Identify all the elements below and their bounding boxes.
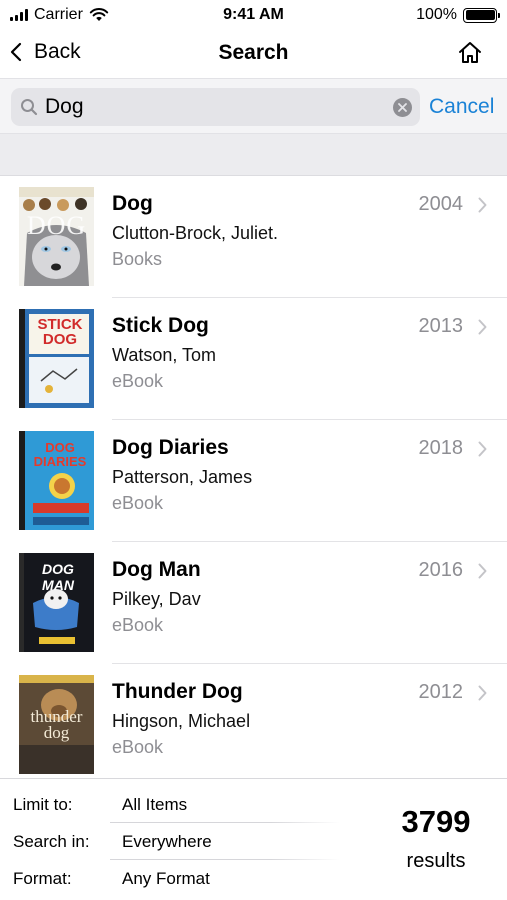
result-author: Hingson, Michael (112, 711, 251, 731)
chevron-right-icon (478, 685, 487, 701)
result-author: Pilkey, Dav (112, 589, 201, 609)
result-row[interactable]: DOG Dog Clutton-Brock, Juliet. Books 200… (0, 176, 507, 298)
result-author: Clutton-Brock, Juliet. (112, 223, 279, 243)
result-format: eBook (112, 371, 164, 391)
book-cover: DOG MAN (19, 553, 94, 652)
result-title: Dog (112, 192, 153, 215)
cover-title: DOG DIARIES (33, 440, 87, 469)
filter-search-in[interactable]: Search in: Everywhere (0, 823, 340, 860)
filter-limit-to[interactable]: Limit to: All Items (0, 786, 340, 823)
search-icon (21, 99, 38, 116)
book-cover: thunder dog (19, 675, 94, 774)
clear-search-button[interactable] (393, 98, 412, 117)
search-bar: Cancel (0, 78, 507, 134)
result-row[interactable]: STICK DOG Stick Dog Watson, Tom eBook 20… (0, 298, 507, 420)
cover-title: STICK DOG (37, 316, 83, 348)
nav-bar: Back Search (0, 32, 507, 76)
cover-title: DOG MAN (42, 561, 74, 593)
result-author: Watson, Tom (112, 345, 217, 365)
result-author: Patterson, James (112, 467, 253, 487)
result-year: 2013 (418, 315, 464, 337)
result-title: Dog Diaries (112, 436, 229, 459)
filter-format[interactable]: Format: Any Format (0, 860, 340, 897)
filter-label: Search in: (13, 832, 90, 851)
page-title: Search (218, 41, 289, 64)
result-title: Thunder Dog (112, 680, 243, 703)
battery-icon (463, 7, 500, 23)
chevron-right-icon (478, 563, 487, 579)
cover-title: thunder dog (30, 707, 83, 742)
search-field[interactable] (11, 88, 420, 126)
book-cover: DOG (19, 187, 94, 286)
result-year: 2016 (418, 559, 464, 581)
chevron-right-icon (478, 197, 487, 213)
battery-fill (465, 10, 495, 20)
result-format: eBook (112, 493, 164, 513)
result-format: Books (112, 249, 163, 269)
results-footer: Limit to: All Items Search in: Everywher… (0, 778, 507, 900)
book-cover: STICK DOG (19, 309, 94, 408)
status-right: 100% (416, 6, 500, 24)
filter-label: Limit to: (13, 795, 73, 814)
result-format: eBook (112, 737, 164, 757)
result-row[interactable]: DOG DIARIES Dog Diaries Patterson, James… (0, 420, 507, 542)
result-year: 2012 (418, 681, 464, 703)
section-header (0, 134, 507, 176)
status-bar: Carrier 9:41 AM 100% (0, 0, 507, 32)
chevron-right-icon (478, 319, 487, 335)
result-count: 3799 (401, 804, 471, 839)
home-icon[interactable] (457, 40, 483, 66)
cancel-button[interactable]: Cancel (429, 95, 494, 119)
result-year: 2018 (418, 437, 464, 459)
results-list: DOG Dog Clutton-Brock, Juliet. Books 200… (0, 176, 507, 776)
cover-title: DOG (26, 211, 87, 240)
battery-percent: 100% (416, 6, 457, 23)
search-input[interactable] (45, 92, 385, 122)
result-count-label: results (406, 850, 466, 872)
result-row[interactable]: DOG MAN Dog Man Pilkey, Dav eBook 2016 (0, 542, 507, 664)
result-title: Dog Man (112, 558, 201, 581)
close-icon (398, 103, 407, 112)
filter-value[interactable]: Any Format (122, 869, 210, 889)
book-cover: DOG DIARIES (19, 431, 94, 530)
result-year: 2004 (418, 193, 464, 215)
result-format: eBook (112, 615, 164, 635)
chevron-right-icon (478, 441, 487, 457)
filter-value[interactable]: All Items (122, 795, 187, 815)
filter-value[interactable]: Everywhere (122, 832, 212, 852)
result-title: Stick Dog (112, 314, 209, 337)
result-row[interactable]: thunder dog Thunder Dog Hingson, Michael… (0, 664, 507, 776)
filter-label: Format: (13, 869, 72, 888)
